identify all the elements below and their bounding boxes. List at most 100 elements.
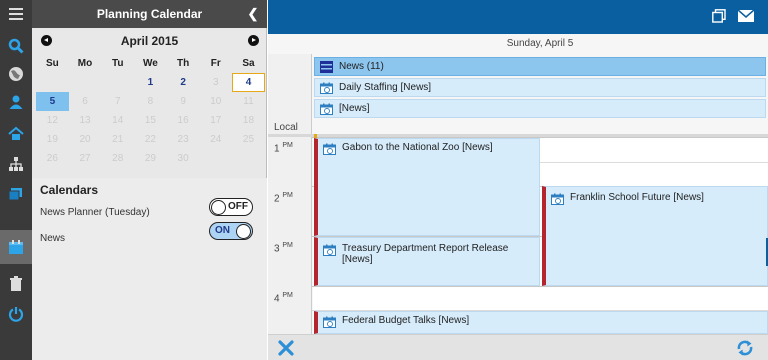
calendar-event[interactable]: Gabon to the National Zoo [News]	[314, 138, 540, 236]
day-cell	[69, 73, 102, 92]
event-title: Treasury Department Report Release [News…	[342, 243, 509, 265]
calendar-event[interactable]: Federal Budget Talks [News]	[314, 311, 768, 334]
user-icon[interactable]	[0, 88, 32, 116]
time-gutter	[268, 137, 312, 334]
day-cell[interactable]: 16	[167, 111, 200, 130]
all-day-event[interactable]: Daily Staffing [News]	[314, 78, 766, 97]
top-bar	[268, 0, 768, 34]
calendar-name: News Planner (Tuesday)	[40, 207, 150, 218]
planning-calendar-panel: Planning Calendar ❮ April 2015 Su Mo Tu …	[32, 0, 267, 360]
hour-line	[312, 286, 768, 287]
list-icon	[320, 60, 333, 73]
hour-number: 4	[274, 293, 280, 305]
calendar-toggle-news-planner[interactable]: OFF	[209, 198, 253, 216]
day-cell[interactable]: 28	[101, 149, 134, 168]
weekday-header-row: Su Mo Tu We Th Fr Sa	[36, 54, 265, 73]
close-icon[interactable]	[278, 340, 294, 356]
day-cell[interactable]: 23	[167, 130, 200, 149]
day-cell[interactable]: 30	[167, 149, 200, 168]
day-cell[interactable]: 1	[134, 73, 167, 92]
week-row: 19 20 21 22 23 24 25	[36, 130, 265, 149]
day-cell[interactable]: 7	[101, 92, 134, 111]
toggle-knob	[211, 200, 226, 215]
hour-suffix: PM	[282, 192, 293, 199]
weekday-header: Mo	[77, 58, 93, 69]
day-cell[interactable]: 24	[199, 130, 232, 149]
calendar-icon[interactable]	[0, 230, 32, 264]
day-cell[interactable]: 8	[134, 92, 167, 111]
day-cell[interactable]: 29	[134, 149, 167, 168]
collapse-panel-icon[interactable]: ❮	[246, 6, 260, 22]
calendar-event[interactable]: Treasury Department Report Release [News…	[314, 237, 540, 286]
sync-icon[interactable]	[736, 339, 754, 357]
home-icon[interactable]	[0, 120, 32, 148]
mail-icon[interactable]	[737, 9, 755, 23]
globe-icon[interactable]	[0, 60, 32, 88]
hour-label: 1 PM	[274, 142, 293, 154]
all-day-event[interactable]: [News]	[314, 99, 766, 118]
day-cell[interactable]: 20	[69, 130, 102, 149]
day-cell[interactable]: 15	[134, 111, 167, 130]
bottom-toolbar	[268, 334, 768, 360]
selected-day-cell[interactable]: 5	[36, 92, 69, 111]
day-cell	[36, 73, 69, 92]
day-cell[interactable]: 6	[69, 92, 102, 111]
calendar-event[interactable]: Franklin School Future [News]	[542, 186, 768, 286]
day-cell[interactable]: 21	[101, 130, 134, 149]
day-cell[interactable]: 22	[134, 130, 167, 149]
day-cell[interactable]: 25	[232, 130, 265, 149]
day-cell[interactable]: 26	[36, 149, 69, 168]
day-header: Sunday, April 5	[506, 38, 574, 49]
day-cell[interactable]: 10	[199, 92, 232, 111]
all-day-event[interactable]: News (11)	[314, 57, 766, 76]
calendar-clock-icon	[323, 316, 336, 328]
calendar-clock-icon	[320, 103, 333, 115]
trash-icon[interactable]	[0, 270, 32, 298]
day-cell[interactable]: 2	[167, 73, 200, 92]
hour-label: 3 PM	[274, 242, 293, 254]
event-title: News (11)	[339, 61, 384, 72]
half-hour-line	[540, 162, 768, 163]
week-row: 12 13 14 15 16 17 18	[36, 111, 265, 130]
next-month-button[interactable]	[248, 35, 259, 46]
day-cell[interactable]: 9	[167, 92, 200, 111]
week-row: 1 2 3 4	[36, 73, 265, 92]
menu-icon[interactable]	[0, 0, 32, 28]
day-cell[interactable]: 18	[232, 111, 265, 130]
calendar-clock-icon	[551, 193, 564, 205]
day-cell[interactable]: 14	[101, 111, 134, 130]
calendar-toggle-news[interactable]: ON	[209, 222, 253, 240]
event-title: Daily Staffing [News]	[339, 82, 432, 93]
day-cell[interactable]: 17	[199, 111, 232, 130]
copy-icon[interactable]	[712, 9, 726, 23]
month-label: April 2015	[120, 34, 179, 48]
media-icon[interactable]	[0, 180, 32, 208]
today-day-cell[interactable]: 4	[232, 73, 265, 92]
org-chart-icon[interactable]	[0, 150, 32, 178]
toggle-knob	[236, 224, 251, 239]
day-cell[interactable]: 27	[69, 149, 102, 168]
event-title: Gabon to the National Zoo [News]	[342, 142, 493, 153]
weekday-header: Fr	[210, 58, 221, 69]
hour-label: 2 PM	[274, 192, 293, 204]
day-cell	[199, 149, 232, 168]
day-cell[interactable]: 13	[69, 111, 102, 130]
day-cell	[232, 149, 265, 168]
power-icon[interactable]	[0, 300, 32, 328]
event-title: [News]	[339, 103, 370, 114]
day-cell[interactable]: 11	[232, 92, 265, 111]
hour-suffix: PM	[282, 292, 293, 299]
event-title: Federal Budget Talks [News]	[342, 315, 470, 326]
day-cell[interactable]: 3	[199, 73, 232, 92]
day-cell[interactable]: 19	[36, 130, 69, 149]
calendar-name: News	[40, 233, 66, 244]
week-row: 26 27 28 29 30	[36, 149, 265, 168]
weekday-header: Sa	[242, 58, 255, 69]
event-title: Franklin School Future [News]	[570, 192, 704, 203]
search-icon[interactable]	[0, 32, 32, 60]
calendar-clock-icon	[323, 244, 336, 256]
timezone-label: Local	[274, 122, 298, 133]
calendar-clock-icon	[320, 82, 333, 94]
day-cell[interactable]: 12	[36, 111, 69, 130]
hour-suffix: PM	[282, 242, 293, 249]
